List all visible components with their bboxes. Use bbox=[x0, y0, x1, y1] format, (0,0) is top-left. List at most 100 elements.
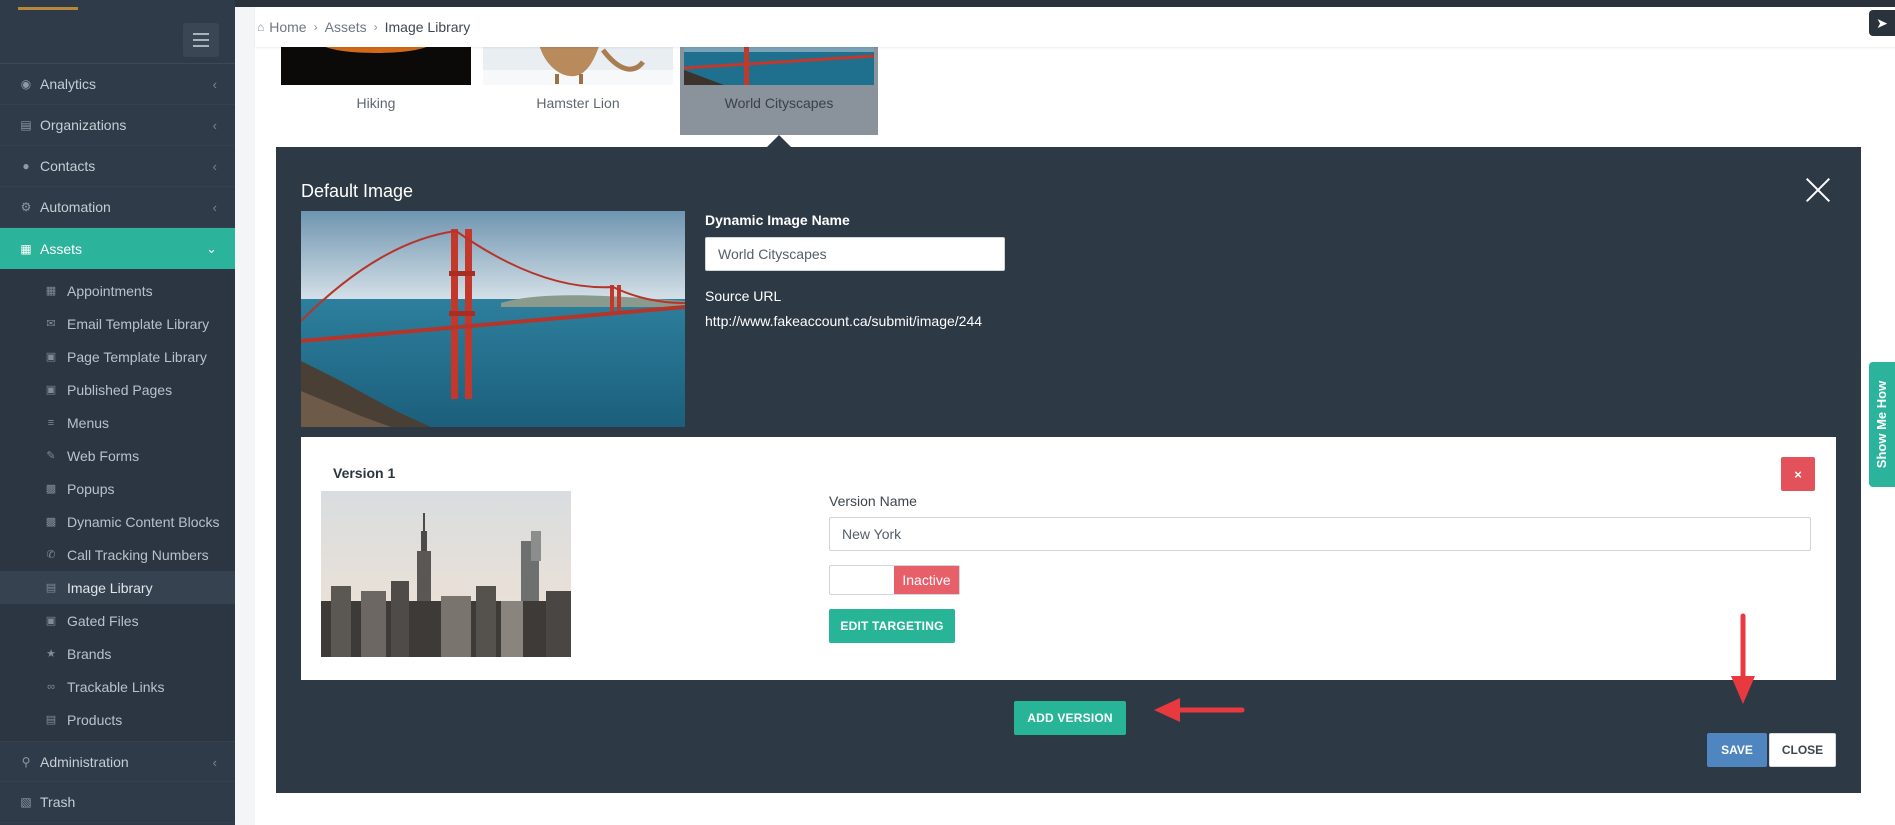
sidebar-item-page-template-library[interactable]: ▣ Page Template Library bbox=[0, 340, 235, 373]
sidebar: ◉ Analytics ‹ ▤ Organizations ‹ ● Contac… bbox=[0, 0, 235, 825]
automation-icon: ⚙ bbox=[20, 200, 32, 214]
breadcrumb-separator: › bbox=[313, 20, 318, 34]
add-version-button[interactable]: ADD VERSION bbox=[1014, 701, 1126, 735]
analytics-icon: ◉ bbox=[20, 77, 32, 91]
trash-icon: ▧ bbox=[20, 795, 32, 809]
sidebar-item-label: Analytics bbox=[40, 76, 97, 92]
logo bbox=[18, 7, 78, 10]
default-image-preview bbox=[301, 211, 685, 427]
image-edit-panel: Default Image Dynamic Image Name World C… bbox=[276, 147, 1861, 793]
sidebar-item-trash[interactable]: ▧ Trash bbox=[0, 782, 235, 823]
chevron-left-icon: ‹ bbox=[212, 118, 217, 133]
sidebar-item-label: Products bbox=[67, 711, 123, 728]
sidebar-item-menus[interactable]: ≡ Menus bbox=[0, 406, 235, 439]
menu-toggle-button[interactable] bbox=[183, 23, 219, 57]
sidebar-item-assets[interactable]: ▦ Assets ⌄ bbox=[0, 228, 235, 269]
lock-icon: ⚲ bbox=[21, 754, 31, 769]
sidebar-item-label: Page Template Library bbox=[67, 348, 207, 365]
sidebar-item-label: Administration bbox=[40, 753, 129, 770]
image-card-hamster-lion[interactable]: Hamster Lion bbox=[483, 40, 673, 135]
edit-icon: ✎ bbox=[46, 450, 56, 462]
delete-version-button[interactable]: × bbox=[1781, 457, 1815, 491]
dynamic-image-name-label: Dynamic Image Name bbox=[705, 212, 850, 228]
chevron-left-icon: ‹ bbox=[212, 159, 217, 174]
hamburger-icon bbox=[193, 33, 209, 35]
chevron-left-icon: ‹ bbox=[212, 200, 217, 215]
arrow-down-annotation bbox=[1731, 613, 1755, 704]
sidebar-item-label: Call Tracking Numbers bbox=[67, 546, 209, 563]
sidebar-item-appointments[interactable]: ▦ Appointments bbox=[0, 274, 235, 307]
assets-icon: ▦ bbox=[20, 241, 32, 256]
breadcrumb-home-link[interactable]: Home bbox=[269, 19, 306, 35]
sidebar-item-label: Appointments bbox=[67, 282, 153, 299]
sidebar-item-label: Published Pages bbox=[67, 381, 173, 398]
image-caption: World Cityscapes bbox=[724, 95, 834, 111]
breadcrumb: ⌂ Home › Assets › Image Library bbox=[255, 7, 1895, 47]
sidebar-item-label: Image Library bbox=[67, 579, 153, 596]
panel-title: Default Image bbox=[301, 181, 414, 201]
chevron-left-icon: ‹ bbox=[212, 77, 217, 92]
image-caption: Hiking bbox=[356, 95, 396, 111]
version-card: Version 1 × Version Name New York Inacti… bbox=[301, 437, 1836, 680]
sidebar-item-label: Trackable Links bbox=[67, 678, 165, 695]
calendar-icon: ▦ bbox=[45, 285, 57, 297]
list-icon: ≡ bbox=[47, 416, 55, 429]
popup-icon: ▩ bbox=[45, 483, 57, 495]
sidebar-header bbox=[0, 7, 235, 64]
link-icon: ∞ bbox=[47, 680, 55, 693]
sidebar-item-brands[interactable]: ★ Brands bbox=[0, 637, 235, 670]
close-button[interactable]: CLOSE bbox=[1769, 733, 1836, 767]
sidebar-item-dynamic-content-blocks[interactable]: ▩ Dynamic Content Blocks bbox=[0, 505, 235, 538]
blocks-icon: ▩ bbox=[45, 516, 57, 528]
sidebar-item-label: Brands bbox=[67, 645, 112, 662]
cart-icon: ▤ bbox=[45, 714, 57, 726]
arrow-left-annotation bbox=[1154, 698, 1245, 722]
sidebar-item-trackable-links[interactable]: ∞ Trackable Links bbox=[0, 670, 235, 703]
sidebar-item-label: Automation bbox=[40, 199, 111, 215]
image-card-world-cityscapes[interactable]: World Cityscapes bbox=[680, 40, 878, 135]
sidebar-item-label: Contacts bbox=[40, 158, 96, 174]
sidebar-item-label: Trash bbox=[40, 794, 76, 810]
sidebar-item-label: Menus bbox=[67, 414, 110, 431]
template-icon: ▣ bbox=[45, 351, 57, 363]
sidebar-item-call-tracking-numbers[interactable]: ✆ Call Tracking Numbers bbox=[0, 538, 235, 571]
status-label: Inactive bbox=[894, 566, 959, 594]
breadcrumb-assets-link[interactable]: Assets bbox=[325, 19, 367, 35]
sidebar-item-image-library[interactable]: ▤ Image Library bbox=[0, 571, 235, 604]
sidebar-item-web-forms[interactable]: ✎ Web Forms bbox=[0, 439, 235, 472]
sidebar-item-label: Email Template Library bbox=[67, 315, 210, 332]
sidebar-nav: ◉ Analytics ‹ ▤ Organizations ‹ ● Contac… bbox=[0, 64, 235, 823]
source-url-label: Source URL bbox=[705, 288, 782, 304]
edit-targeting-button[interactable]: EDIT TARGETING bbox=[829, 609, 955, 643]
phone-icon: ✆ bbox=[46, 549, 56, 561]
sidebar-item-label: Web Forms bbox=[67, 447, 140, 464]
sidebar-item-label: Organizations bbox=[40, 117, 127, 133]
arrow-circle-icon: ➤ bbox=[1876, 14, 1888, 31]
sidebar-item-organizations[interactable]: ▤ Organizations ‹ bbox=[0, 105, 235, 146]
image-icon: ▤ bbox=[45, 582, 57, 594]
logout-button[interactable]: ➤ bbox=[1869, 10, 1895, 36]
sidebar-item-automation[interactable]: ⚙ Automation ‹ bbox=[0, 187, 235, 228]
sidebar-item-published-pages[interactable]: ▣ Published Pages bbox=[0, 373, 235, 406]
version-image-preview bbox=[321, 491, 571, 657]
sidebar-item-label: Dynamic Content Blocks bbox=[67, 513, 220, 530]
image-caption: Hamster Lion bbox=[536, 95, 620, 111]
save-button[interactable]: SAVE bbox=[1707, 733, 1767, 767]
organizations-icon: ▤ bbox=[20, 118, 32, 132]
show-me-how-tab[interactable]: Show Me How bbox=[1869, 362, 1895, 487]
sidebar-item-analytics[interactable]: ◉ Analytics ‹ bbox=[0, 64, 235, 105]
sidebar-item-email-template-library[interactable]: ✉ Email Template Library bbox=[0, 307, 235, 340]
sidebar-item-products[interactable]: ▤ Products bbox=[0, 703, 235, 736]
sidebar-item-contacts[interactable]: ● Contacts ‹ bbox=[0, 146, 235, 187]
sidebar-item-administration[interactable]: ⚲ Administration ‹ bbox=[0, 741, 235, 782]
version-name-label: Version Name bbox=[829, 493, 917, 509]
close-icon[interactable] bbox=[1805, 177, 1831, 203]
sidebar-item-gated-files[interactable]: ▣ Gated Files bbox=[0, 604, 235, 637]
breadcrumb-separator: › bbox=[373, 20, 378, 34]
version-status-toggle[interactable]: Inactive bbox=[829, 565, 960, 595]
dynamic-image-name-input[interactable] bbox=[705, 237, 1005, 271]
sidebar-item-popups[interactable]: ▩ Popups bbox=[0, 472, 235, 505]
image-card-hiking[interactable]: Hiking bbox=[281, 33, 471, 135]
version-title: Version 1 bbox=[333, 465, 396, 481]
version-name-input[interactable] bbox=[829, 517, 1811, 551]
